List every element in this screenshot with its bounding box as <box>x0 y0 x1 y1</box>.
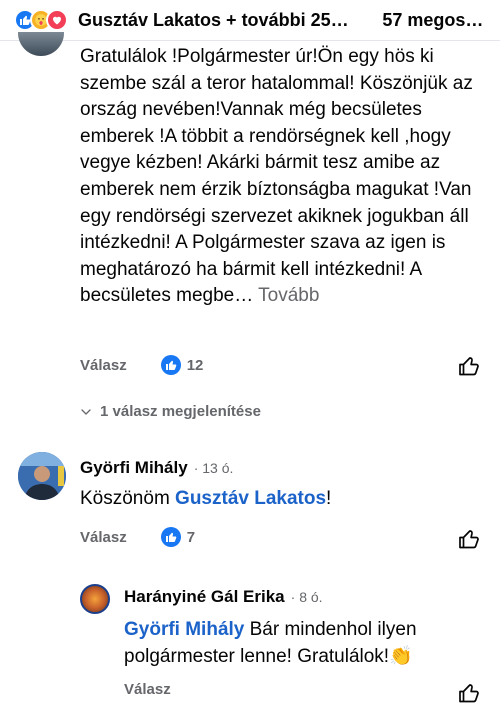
thumbs-up-icon[interactable] <box>457 354 481 378</box>
shares-count[interactable]: 57 megos… <box>382 10 500 31</box>
mention-link[interactable]: Györfi Mihály <box>124 619 244 640</box>
thumbs-up-icon[interactable] <box>457 681 481 705</box>
comment-author[interactable]: Györfi Mihály <box>80 458 188 478</box>
comment-time[interactable]: · 8 ó. <box>291 589 323 605</box>
comment-time[interactable]: · 13 ó. <box>194 460 234 476</box>
avatar[interactable] <box>18 32 64 56</box>
thumbs-up-icon[interactable] <box>457 527 481 551</box>
like-reaction-icon <box>160 527 181 547</box>
reply-button[interactable]: Válasz <box>80 529 127 546</box>
comment-actions: Válasz 12 <box>80 355 203 375</box>
comment-text-prefix: Köszönöm <box>80 488 176 509</box>
reply-button[interactable]: Válasz <box>124 681 171 698</box>
comment-body: Gratulálok !Polgármester úr!Ön egy hös k… <box>80 44 490 310</box>
like-count-value: 12 <box>186 356 204 374</box>
like-count[interactable]: 7 <box>160 527 196 547</box>
like-count-value: 7 <box>186 528 196 546</box>
comment-text: Gratulálok !Polgármester úr!Ön egy hös k… <box>80 46 473 307</box>
comment-actions: Válasz 7 <box>80 527 195 547</box>
like-count[interactable]: 12 <box>160 355 204 375</box>
love-reaction-icon <box>46 9 68 31</box>
reaction-icons <box>14 9 68 31</box>
comment-author[interactable]: Harányiné Gál Erika <box>124 587 285 607</box>
comment-text: Györfi Mihály Bár mindenhol ilyen polgár… <box>124 617 464 670</box>
show-replies-button[interactable]: 1 válasz megjelenítése <box>80 403 261 420</box>
reactions-header[interactable]: Gusztáv Lakatos + további 25… 57 megos… <box>0 0 500 41</box>
comment-text: Köszönöm Gusztáv Lakatos! <box>80 486 331 513</box>
chevron-down-icon <box>81 408 91 415</box>
avatar[interactable] <box>80 584 110 614</box>
like-reaction-icon <box>160 355 181 375</box>
reply-button[interactable]: Válasz <box>80 357 127 374</box>
mention-link[interactable]: Gusztáv Lakatos <box>175 488 326 509</box>
comment-header: Györfi Mihály · 13 ó. <box>80 458 233 478</box>
comment-header: Harányiné Gál Erika · 8 ó. <box>124 587 323 607</box>
comment-actions: Válasz <box>124 681 171 698</box>
see-more-link[interactable]: Tovább <box>258 285 319 306</box>
avatar[interactable] <box>18 452 66 500</box>
comment-text-suffix: ! <box>326 488 332 509</box>
show-replies-label: 1 válasz megjelenítése <box>100 403 261 420</box>
reacters-summary[interactable]: Gusztáv Lakatos + további 25… <box>78 10 362 31</box>
